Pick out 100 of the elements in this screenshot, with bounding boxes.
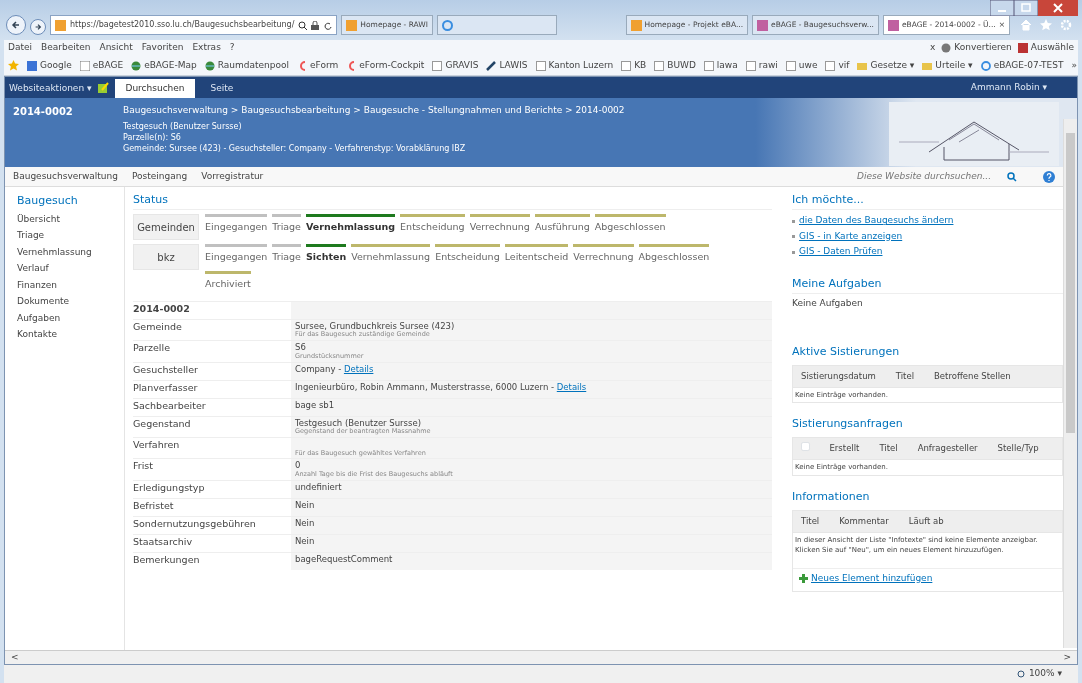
column-header[interactable]: Stelle/Typ (997, 442, 1039, 456)
sidebar-item[interactable]: Dokumente (17, 295, 124, 309)
edit-page-icon[interactable] (97, 82, 110, 94)
favorite-link[interactable]: eForm-Cockpit (346, 58, 425, 73)
favorite-link[interactable]: eBAGE-Map (131, 58, 197, 73)
field-value: Testgesuch (Benutzer Sursse) (295, 417, 421, 428)
sidebar-item[interactable]: Übersicht (17, 212, 124, 226)
details-link[interactable]: Details (556, 381, 587, 392)
sidebar-item[interactable]: Kontakte (17, 328, 124, 342)
search-field[interactable]: Diese Website durchsuchen... (823, 168, 993, 185)
favorite-link[interactable]: uwe (785, 58, 818, 73)
site-actions-menu[interactable]: Websiteaktionen ▾ (9, 78, 92, 98)
back-button[interactable] (6, 15, 26, 35)
sidebar-item[interactable]: Verlauf (17, 262, 124, 276)
favorite-link[interactable]: Gesetze ▾ (857, 58, 915, 73)
column-header[interactable]: Titel (879, 442, 898, 456)
favorite-link[interactable]: GRAVIS (432, 58, 479, 73)
maximize-button[interactable] (1014, 0, 1038, 16)
page-icon (785, 60, 796, 71)
sidebar-item[interactable]: Vernehmlassung (17, 245, 124, 259)
address-bar[interactable]: https://bagetest2010.sso.lu.ch/Baugesuchsbearbeitung/ (50, 15, 338, 35)
step-label: Sichten (305, 250, 347, 265)
scroll-left-button[interactable]: < (11, 650, 19, 664)
close-button[interactable] (1038, 0, 1078, 16)
menu-item[interactable]: Bearbeiten (41, 41, 91, 55)
table-title: 2014-0002 (133, 301, 191, 316)
step-label: Entscheidung (435, 250, 500, 265)
action-link[interactable]: GIS - Daten Prüfen (799, 245, 883, 259)
favorite-link[interactable]: eForm (297, 58, 339, 73)
top-nav-link[interactable]: Vorregistratur (201, 169, 264, 184)
sidebar-title[interactable]: Baugesuch (17, 193, 124, 210)
step-label: Eingegangen (205, 220, 268, 235)
help-icon[interactable] (1043, 170, 1055, 183)
favorite-link[interactable]: Kanton Luzern (535, 58, 614, 73)
top-nav-link[interactable]: Baugesuchsverwaltung (13, 169, 118, 184)
star-icon[interactable] (1040, 19, 1052, 31)
browser-tab[interactable] (437, 15, 557, 35)
details-link[interactable]: Details (343, 363, 374, 374)
select-button[interactable]: Auswähle (1017, 41, 1074, 55)
field-value: undefiniert (295, 481, 342, 492)
favorite-link[interactable]: Google (27, 58, 72, 73)
forward-button[interactable] (30, 19, 46, 35)
settings-icon[interactable] (1060, 19, 1072, 31)
scroll-right-button[interactable]: > (1063, 650, 1071, 664)
column-header[interactable]: Titel (895, 369, 915, 383)
minimize-button[interactable] (990, 0, 1014, 16)
column-header[interactable]: Titel (801, 515, 820, 528)
horizontal-scrollbar[interactable]: < > (5, 650, 1077, 664)
top-nav-link[interactable]: Posteingang (131, 169, 188, 184)
add-item-link[interactable]: Neues Element hinzufügen (793, 567, 1062, 592)
app-icon (79, 60, 90, 71)
zoom-control[interactable]: 100% ▾ (1016, 667, 1062, 681)
menu-item[interactable]: Extras (192, 41, 221, 55)
menu-item[interactable]: Datei (8, 41, 32, 55)
column-header[interactable]: Sistierungsdatum (801, 369, 876, 383)
close-button[interactable]: x (929, 41, 936, 55)
favorite-link[interactable]: KB (621, 58, 647, 73)
menu-item[interactable]: Ansicht (99, 41, 133, 55)
refresh-icon[interactable] (323, 20, 333, 30)
field-label: Gesuchsteller (133, 362, 199, 377)
step-label: Leitentscheid (504, 250, 569, 265)
column-header[interactable]: Betroffene Stellen (934, 369, 1011, 383)
sidebar-item[interactable]: Aufgaben (17, 311, 124, 325)
ribbon-tab[interactable]: Durchsuchen (115, 78, 195, 98)
user-menu[interactable]: Ammann Robin ▾ (970, 80, 1047, 95)
favorite-link[interactable]: Urteile ▾ (922, 58, 973, 73)
select-all-checkbox[interactable] (801, 442, 810, 451)
pen-icon (486, 60, 497, 71)
favorite-link[interactable]: Raumdatenpool (204, 58, 290, 73)
vertical-scrollbar[interactable] (1063, 119, 1077, 648)
convert-button[interactable]: Konvertieren (941, 41, 1012, 55)
column-header[interactable]: Läuft ab (908, 515, 944, 528)
favorite-link[interactable]: eBAGE (79, 58, 124, 73)
section-title: Informationen (792, 489, 871, 505)
search-icon[interactable] (298, 20, 308, 30)
home-icon[interactable] (1020, 19, 1032, 31)
field-label: Bemerkungen (133, 552, 201, 567)
favorite-link[interactable]: vif (825, 58, 850, 73)
more-favorites-button[interactable]: » (1071, 58, 1078, 73)
field-value: bage sb1 (295, 399, 335, 410)
favorite-link[interactable]: LAWIS (486, 58, 528, 73)
action-link[interactable]: GIS - in Karte anzeigen (799, 229, 903, 244)
page-icon (55, 19, 66, 31)
action-link[interactable]: die Daten des Baugesuchs ändern (799, 214, 954, 228)
favorite-link[interactable]: lawa (703, 58, 738, 73)
column-header[interactable]: Erstellt (829, 442, 860, 456)
menu-item[interactable]: Favoriten (141, 41, 184, 55)
favorite-link[interactable]: rawi (745, 58, 778, 73)
sidebar-item[interactable]: Triage (17, 229, 124, 243)
column-header[interactable]: Anfragesteller (917, 442, 978, 456)
field-value: Ingenieurbüro, Robin Ammann, Musterstrasse, 6000 Luzern - (295, 381, 555, 392)
favorite-link[interactable]: BUWD (654, 58, 696, 73)
ribbon-tab[interactable]: Seite (200, 78, 244, 98)
field-label: Verfahren (133, 438, 181, 453)
menu-item[interactable]: ? (229, 41, 235, 55)
column-header[interactable]: Kommentar (839, 515, 889, 528)
favorites-star-icon[interactable] (8, 60, 19, 71)
field-value: S6 (295, 342, 306, 353)
sidebar-item[interactable]: Finanzen (17, 278, 124, 292)
favorite-link[interactable]: eBAGE-07-TEST (980, 58, 1064, 73)
